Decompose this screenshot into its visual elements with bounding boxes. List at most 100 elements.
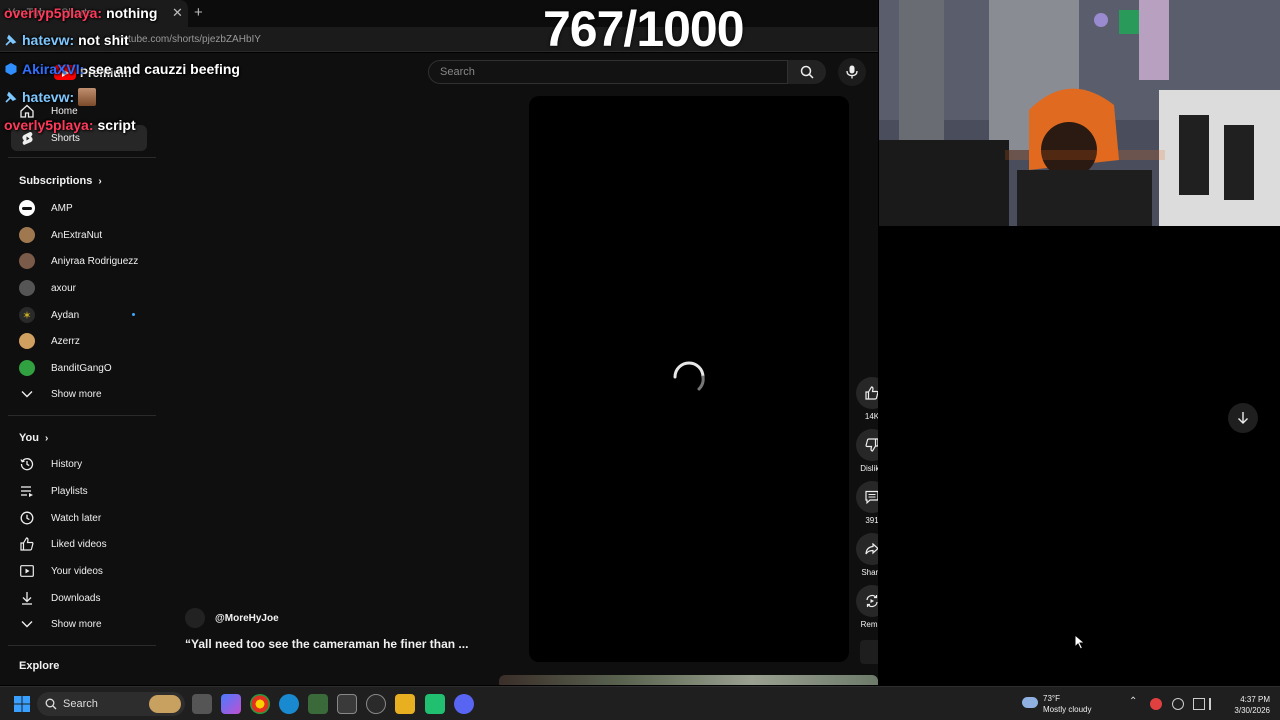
new-content-dot <box>132 313 135 316</box>
sidebar-item-watch-later[interactable]: Watch later <box>11 505 147 531</box>
sound-thumbnail[interactable] <box>860 640 878 664</box>
sidebar-item-your-videos[interactable]: Your videos <box>11 558 147 584</box>
search-input[interactable]: Search <box>428 60 788 84</box>
history-icon <box>20 458 34 471</box>
sidebar-item-label: Shorts <box>51 132 80 144</box>
chat-username: hatevw: <box>22 32 75 48</box>
sidebar-item-history[interactable]: History <box>11 451 147 477</box>
channel-avatar[interactable] <box>185 608 205 628</box>
taskbar-clock[interactable]: 4:37 PM 3/30/2026 <box>1226 694 1270 716</box>
chevron-right-icon: › <box>98 175 102 187</box>
file-explorer-icon[interactable] <box>395 694 415 714</box>
webcam-image <box>879 0 1280 226</box>
chat-message: hatevw: not shit <box>4 32 129 48</box>
chat-emote <box>78 88 97 106</box>
settings-icon[interactable] <box>366 694 386 714</box>
sidebar-item-downloads[interactable]: Downloads <box>11 585 147 611</box>
you-header-label: You <box>19 432 39 444</box>
discord-icon[interactable] <box>454 694 474 714</box>
show-more-you[interactable]: Show more <box>11 611 147 637</box>
chat-message: overlyp5playa: nothing <box>4 5 157 21</box>
app-icon[interactable] <box>308 694 328 714</box>
microphone-icon[interactable] <box>1172 698 1184 710</box>
webcam-feed <box>879 0 1280 226</box>
short-caption[interactable]: “Yall need too see the cameraman he fine… <box>185 637 468 651</box>
chat-text: see and cauzzi beefing <box>88 61 240 77</box>
address-bar[interactable]: youtube.com/shorts/pjezbZAHbIY <box>0 27 878 52</box>
share-button[interactable] <box>856 533 878 565</box>
windows-start-icon[interactable] <box>14 696 30 712</box>
sidebar-item-amp[interactable]: AMP <box>11 195 147 221</box>
mouse-cursor-icon <box>1074 634 1086 650</box>
share-icon <box>865 543 878 555</box>
avatar <box>19 227 35 243</box>
show-more-subscriptions[interactable]: Show more <box>11 381 147 407</box>
subscriptions-header[interactable]: Subscriptions › <box>19 175 102 187</box>
sidebar-item-azerrz[interactable]: Azerrz <box>11 328 147 354</box>
sidebar-divider <box>8 645 156 646</box>
weather-temp: 73°F <box>1043 694 1060 703</box>
channel-row[interactable]: @MoreHyJoe <box>185 608 279 628</box>
chevron-up-icon[interactable]: ⌃ <box>1129 696 1141 708</box>
avatar: ✶ <box>19 307 35 323</box>
next-short-preview[interactable] <box>499 675 878 685</box>
channel-name[interactable]: @MoreHyJoe <box>215 613 279 624</box>
tab-close-icon[interactable]: ✕ <box>172 5 183 21</box>
clock-date: 3/30/2026 <box>1234 706 1270 715</box>
edge-icon[interactable] <box>279 694 299 714</box>
remix-button[interactable] <box>856 585 878 617</box>
weather-desc: Mostly cloudy <box>1043 705 1092 714</box>
network-icon[interactable] <box>1193 698 1205 710</box>
cloud-icon <box>1022 697 1038 708</box>
tray-app-icon[interactable] <box>1150 698 1162 710</box>
your-videos-icon <box>20 565 34 577</box>
chat-username: AkiraXVI: <box>22 61 85 77</box>
comments-button[interactable] <box>856 481 878 513</box>
dislike-label: Dislike <box>860 464 878 473</box>
shorts-player[interactable] <box>529 96 849 662</box>
avatar <box>19 253 35 269</box>
badge-icon <box>5 63 17 75</box>
chevron-right-icon: › <box>44 432 49 444</box>
thumbs-down-icon <box>865 438 878 452</box>
like-count: 14K <box>864 412 878 421</box>
you-header[interactable]: You › <box>19 432 48 444</box>
sidebar-item-label: AMP <box>51 202 73 214</box>
sidebar-item-aniyraa-rodriguezz[interactable]: Aniyraa Rodriguezz <box>11 248 147 274</box>
chat-text: script <box>97 117 136 133</box>
sidebar-item-label: Downloads <box>51 592 101 604</box>
taskbar: Search 73°F Mostly cloudy ⌃ 4:37 PM 3/30… <box>0 686 1280 720</box>
thumbs-up-icon <box>865 386 878 400</box>
taskbar-search[interactable]: Search <box>37 692 185 716</box>
store-icon[interactable] <box>337 694 357 714</box>
volume-icon[interactable] <box>1209 698 1221 710</box>
sidebar-item-anextranut[interactable]: AnExtraNut <box>11 222 147 248</box>
new-tab-icon[interactable]: + <box>194 4 203 21</box>
sidebar-item-playlists[interactable]: Playlists <box>11 478 147 504</box>
search-button[interactable] <box>788 60 826 84</box>
copilot-icon[interactable] <box>221 694 241 714</box>
badge-icon <box>5 34 17 46</box>
explore-header: Explore <box>19 660 60 672</box>
remix-label: Remix <box>860 620 878 629</box>
sidebar-divider <box>8 157 156 158</box>
sidebar-item-label: Your videos <box>51 565 103 577</box>
sidebar-item-liked-videos[interactable]: Liked videos <box>11 531 147 557</box>
chat-username: overlyp5playa: <box>4 5 103 21</box>
sidebar-item-label: History <box>51 458 83 470</box>
sidebar-item-label: Show more <box>51 618 102 630</box>
sidebar-item-aydan[interactable]: ✶ Aydan <box>11 302 147 328</box>
next-short-button[interactable] <box>1228 403 1258 433</box>
sidebar-item-axour[interactable]: axour <box>11 275 147 301</box>
chrome-icon[interactable] <box>250 694 270 714</box>
url-text[interactable]: youtube.com/shorts/pjezbZAHbIY <box>112 34 261 45</box>
chat-text: not shit <box>78 32 129 48</box>
chevron-down-icon <box>21 621 33 628</box>
download-icon <box>22 592 32 605</box>
sidebar-item-banditgango[interactable]: BanditGangO <box>11 355 147 381</box>
app-icon[interactable] <box>425 694 445 714</box>
task-view-icon[interactable] <box>192 694 212 714</box>
dislike-button[interactable] <box>856 429 878 461</box>
search-highlight-icon <box>149 695 181 713</box>
like-button[interactable] <box>856 377 878 409</box>
